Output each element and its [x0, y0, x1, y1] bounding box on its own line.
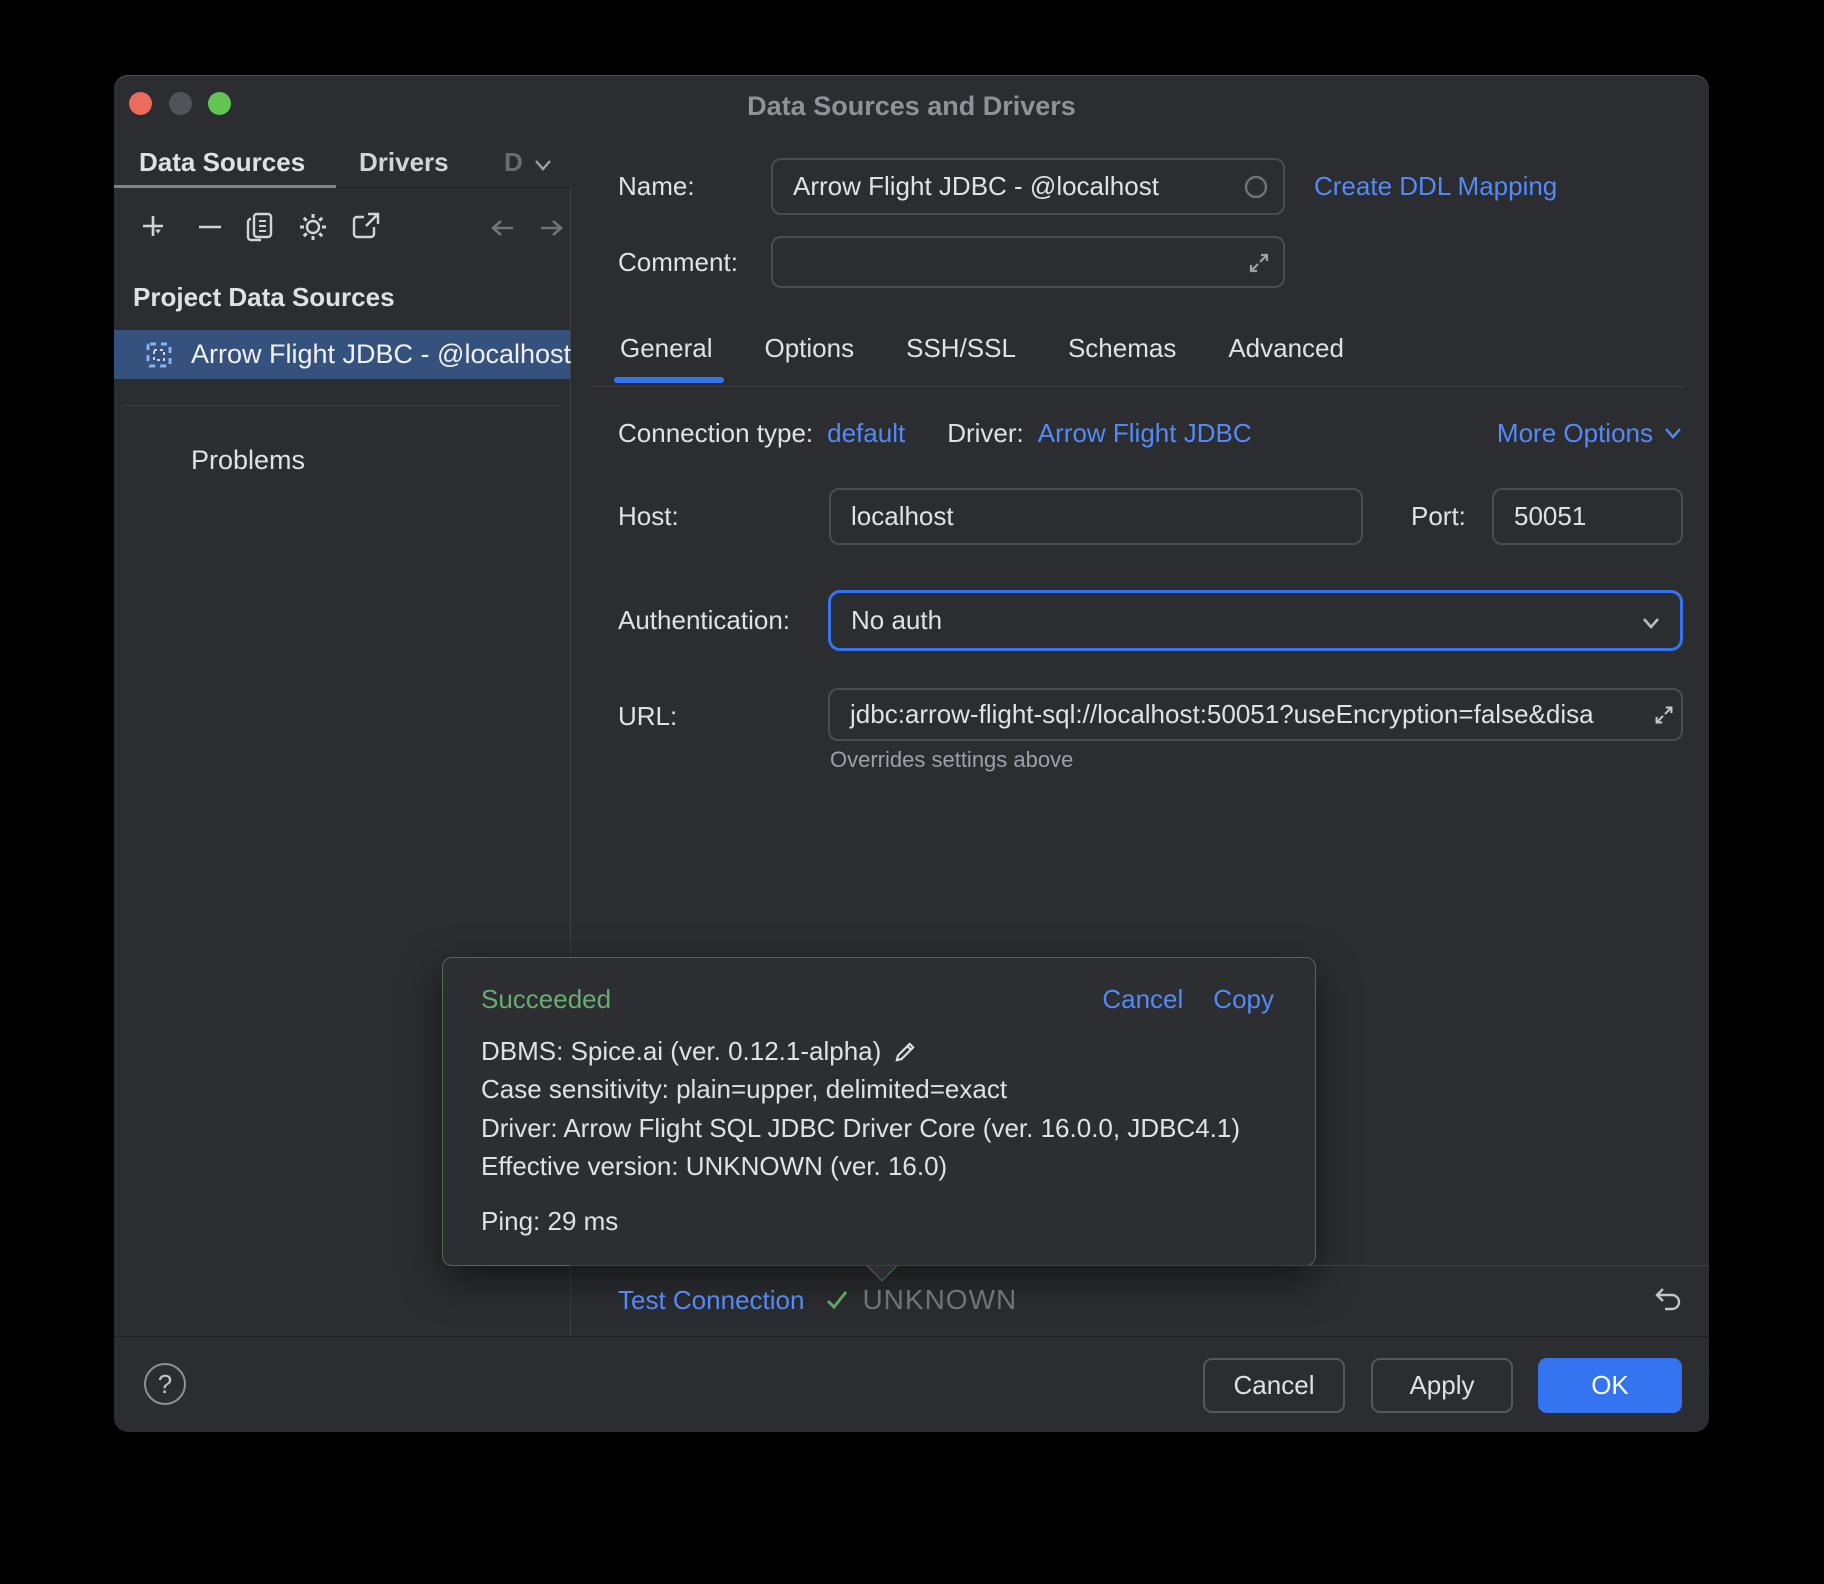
driver-label: Driver: [947, 418, 1024, 449]
authentication-label: Authentication: [618, 605, 790, 636]
cancel-button-label: Cancel [1234, 1370, 1315, 1401]
sidebar-tab-strip: Data Sources Drivers D [114, 141, 570, 188]
revert-icon[interactable] [1651, 1283, 1685, 1317]
more-options-label: More Options [1497, 418, 1653, 449]
host-label: Host: [618, 501, 679, 532]
apply-button-label: Apply [1409, 1370, 1474, 1401]
tab-general[interactable]: General [620, 333, 713, 364]
driver-value-link[interactable]: Arrow Flight JDBC [1038, 418, 1252, 449]
footer-border [114, 1336, 1709, 1337]
pencil-icon[interactable] [891, 1038, 919, 1066]
window-title: Data Sources and Drivers [114, 91, 1709, 122]
active-settings-tab-underline [614, 377, 724, 383]
test-strip-border [570, 1265, 1709, 1266]
connection-type-label: Connection type: [618, 418, 813, 449]
port-label: Port: [1411, 501, 1466, 532]
create-ddl-mapping-link[interactable]: Create DDL Mapping [1314, 171, 1557, 202]
tab-options[interactable]: Options [765, 333, 855, 364]
tab-ssh-ssl[interactable]: SSH/SSL [906, 333, 1016, 364]
popup-dbms-line: DBMS: Spice.ai (ver. 0.12.1-alpha) [481, 1036, 919, 1067]
expand-icon[interactable] [1245, 249, 1273, 277]
url-label: URL: [618, 701, 677, 732]
name-label: Name: [618, 171, 695, 202]
comment-label: Comment: [618, 247, 738, 278]
more-options-link[interactable]: More Options [1497, 415, 1685, 451]
datasource-item-label: Arrow Flight JDBC - @localhost [191, 339, 571, 370]
tab-drivers[interactable]: Drivers [359, 147, 449, 178]
authentication-dropdown[interactable]: No auth [828, 590, 1683, 651]
sidebar-item-problems[interactable]: Problems [191, 445, 305, 476]
remove-icon[interactable] [192, 210, 228, 246]
host-field-value: localhost [851, 501, 954, 532]
gear-icon[interactable] [294, 208, 332, 246]
connection-type-value-link[interactable]: default [827, 418, 905, 449]
datasource-list-item-selected[interactable]: Arrow Flight JDBC - @localhost [114, 330, 570, 379]
ok-button[interactable]: OK [1538, 1358, 1682, 1413]
popup-actions: Cancel Copy [1102, 984, 1274, 1015]
tab-ddl-truncated[interactable]: D [504, 147, 523, 178]
cancel-button[interactable]: Cancel [1203, 1358, 1345, 1413]
tab-advanced[interactable]: Advanced [1228, 333, 1344, 364]
test-connection-popup: Succeeded Cancel Copy DBMS: Spice.ai (ve… [442, 957, 1316, 1266]
popup-dbms-text: DBMS: Spice.ai (ver. 0.12.1-alpha) [481, 1036, 881, 1067]
name-field-value: Arrow Flight JDBC - @localhost [793, 171, 1159, 202]
popup-version-line: Effective version: UNKNOWN (ver. 16.0) [481, 1151, 947, 1182]
test-status: UNKNOWN [862, 1284, 1017, 1316]
comment-field[interactable] [771, 236, 1285, 288]
popup-copy-link[interactable]: Copy [1213, 984, 1274, 1015]
database-driver-icon [143, 339, 175, 371]
export-icon[interactable] [346, 208, 384, 246]
back-icon[interactable] [486, 211, 520, 245]
sidebar-toolbar [114, 188, 570, 266]
authentication-value: No auth [851, 605, 942, 636]
sidebar-separator [124, 405, 560, 406]
help-icon[interactable]: ? [144, 1363, 186, 1405]
port-field[interactable]: 50051 [1492, 488, 1683, 545]
forward-icon[interactable] [534, 211, 568, 245]
spinner-circle-icon [1243, 174, 1269, 200]
tab-schemas[interactable]: Schemas [1068, 333, 1176, 364]
tabs-separator [594, 386, 1685, 387]
tab-overflow-chevron-down-icon[interactable] [529, 155, 557, 175]
popup-status: Succeeded [481, 984, 611, 1015]
popup-case-line: Case sensitivity: plain=upper, delimited… [481, 1074, 1007, 1105]
duplicate-icon[interactable] [242, 208, 280, 246]
popup-ping-line: Ping: 29 ms [481, 1206, 618, 1237]
checkmark-icon [822, 1285, 852, 1315]
url-field-value: jdbc:arrow-flight-sql://localhost:50051?… [850, 699, 1594, 730]
chevron-down-icon [1661, 424, 1685, 442]
project-data-sources-header: Project Data Sources [133, 282, 395, 313]
name-field[interactable]: Arrow Flight JDBC - @localhost [771, 158, 1285, 215]
test-connection-row: Test Connection UNKNOWN [618, 1280, 1017, 1320]
connection-type-row: Connection type: default Driver: Arrow F… [618, 415, 1252, 451]
popup-driver-line: Driver: Arrow Flight SQL JDBC Driver Cor… [481, 1113, 1240, 1144]
chevron-down-icon [1638, 613, 1664, 633]
ok-button-label: OK [1591, 1370, 1629, 1401]
expand-icon[interactable] [1651, 702, 1677, 728]
url-hint: Overrides settings above [830, 747, 1073, 773]
test-connection-link[interactable]: Test Connection [618, 1285, 804, 1316]
popup-cancel-link[interactable]: Cancel [1102, 984, 1183, 1015]
tab-data-sources[interactable]: Data Sources [139, 147, 305, 178]
port-field-value: 50051 [1514, 501, 1586, 532]
data-sources-dialog: Data Sources and Drivers Data Sources Dr… [114, 75, 1709, 1432]
host-field[interactable]: localhost [829, 488, 1363, 545]
url-field[interactable]: jdbc:arrow-flight-sql://localhost:50051?… [828, 688, 1683, 741]
titlebar: Data Sources and Drivers [114, 75, 1709, 141]
add-icon[interactable] [137, 210, 173, 246]
popup-pointer [866, 1250, 897, 1281]
settings-tabs: General Options SSH/SSL Schemas Advanced [620, 333, 1344, 364]
apply-button[interactable]: Apply [1371, 1358, 1513, 1413]
